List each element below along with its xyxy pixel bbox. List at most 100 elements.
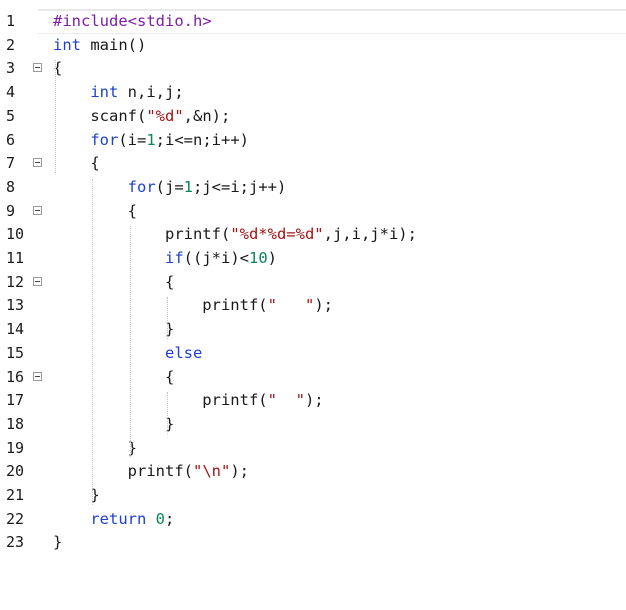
fold-collapse-icon[interactable] bbox=[33, 63, 42, 73]
code-line[interactable]: 7 { bbox=[0, 152, 626, 176]
code-text[interactable]: int n,i,j; bbox=[53, 81, 184, 105]
line-number: 16 bbox=[6, 367, 25, 386]
code-line[interactable]: 4 int n,i,j; bbox=[0, 81, 626, 105]
fold-collapse-icon[interactable] bbox=[33, 158, 42, 168]
fold-collapse-icon[interactable] bbox=[33, 205, 42, 215]
code-token: ;i<=n;i++) bbox=[155, 130, 249, 149]
code-line[interactable]: 19 } bbox=[0, 437, 626, 461]
code-token: 0 bbox=[155, 509, 166, 528]
code-line[interactable]: 6 for(i=1;i<=n;i++) bbox=[0, 129, 626, 153]
code-token: ((j*i)< bbox=[183, 249, 249, 267]
code-line[interactable]: 2 int main() bbox=[0, 34, 626, 58]
code-token: return bbox=[90, 509, 147, 528]
code-line[interactable]: 20 printf("\n"); bbox=[0, 460, 626, 484]
code-text[interactable]: scanf("%d",&n); bbox=[53, 105, 230, 129]
line-number: 20 bbox=[6, 462, 25, 481]
fold-collapse-icon[interactable] bbox=[33, 371, 42, 381]
line-number: 15 bbox=[6, 343, 25, 362]
code-line[interactable]: 16 { bbox=[0, 366, 626, 390]
code-text[interactable]: else bbox=[53, 342, 202, 366]
code-text[interactable]: return 0; bbox=[53, 508, 174, 532]
code-text[interactable]: } bbox=[53, 413, 174, 437]
code-token: n,i,j; bbox=[118, 83, 184, 102]
code-text[interactable]: int main() bbox=[53, 34, 146, 58]
code-token: 10 bbox=[248, 249, 268, 267]
indent-guide bbox=[166, 392, 168, 434]
code-token: "%d*%d=%d" bbox=[230, 225, 324, 244]
code-token: printf( bbox=[53, 391, 268, 410]
line-number: 7 bbox=[6, 154, 16, 173]
line-number: 9 bbox=[6, 201, 16, 220]
line-number: 5 bbox=[6, 106, 16, 125]
indent-guide bbox=[166, 297, 168, 339]
fold-collapse-icon[interactable] bbox=[33, 276, 42, 286]
line-number: 2 bbox=[6, 35, 16, 54]
code-text[interactable]: printf(" "); bbox=[53, 294, 333, 318]
code-line[interactable]: 23} bbox=[0, 531, 626, 555]
code-token: printf( bbox=[53, 225, 231, 244]
code-token: scanf( bbox=[53, 106, 147, 125]
code-text[interactable]: } bbox=[53, 318, 174, 342]
code-editor[interactable]: 1 #include<stdio.h> 2 int main() 3{4 int n,i… bbox=[0, 0, 626, 610]
code-token: if bbox=[164, 249, 184, 267]
code-text[interactable]: } bbox=[53, 531, 62, 555]
code-text[interactable]: { bbox=[53, 271, 174, 295]
code-token: { bbox=[53, 154, 100, 173]
code-text[interactable]: printf(" "); bbox=[53, 389, 323, 413]
line-number: 23 bbox=[6, 533, 25, 552]
code-text[interactable]: #include<stdio.h> bbox=[53, 10, 212, 34]
code-token: int bbox=[53, 35, 81, 54]
line-number: 10 bbox=[6, 225, 25, 244]
code-text[interactable]: } bbox=[53, 437, 137, 461]
line-number: 12 bbox=[6, 272, 25, 291]
code-line[interactable]: 15 else bbox=[0, 342, 626, 366]
code-token: ) bbox=[267, 249, 277, 267]
code-token: { bbox=[53, 201, 137, 220]
code-token: "%d" bbox=[146, 106, 184, 125]
line-number: 8 bbox=[6, 177, 16, 196]
code-text[interactable]: for(i=1;i<=n;i++) bbox=[53, 129, 249, 153]
code-token: " bbox=[221, 462, 231, 481]
code-line[interactable]: 21 } bbox=[0, 484, 626, 508]
code-text[interactable]: printf("\n"); bbox=[53, 460, 249, 484]
code-text[interactable]: { bbox=[53, 366, 174, 390]
code-token: \n bbox=[202, 462, 221, 481]
code-text[interactable]: for(j=1;j<=i;j++) bbox=[53, 176, 287, 200]
code-line[interactable]: 5 scanf("%d",&n); bbox=[0, 105, 626, 129]
line-number: 21 bbox=[6, 486, 25, 504]
code-line[interactable]: 12 { bbox=[0, 271, 626, 295]
code-token: #include<stdio.h> bbox=[53, 12, 212, 30]
line-number: 22 bbox=[6, 509, 25, 528]
code-line[interactable]: 14 } bbox=[0, 318, 626, 342]
code-line[interactable]: 13 printf(" "); bbox=[0, 294, 626, 318]
code-text[interactable]: if((j*i)<10) bbox=[53, 247, 277, 271]
code-line[interactable]: 1 #include<stdio.h> bbox=[0, 10, 626, 34]
code-token: (j= bbox=[155, 177, 184, 196]
code-line[interactable]: 18 } bbox=[0, 413, 626, 437]
code-line[interactable]: 8 for(j=1;j<=i;j++) bbox=[0, 176, 626, 200]
code-line[interactable]: 22 return 0; bbox=[0, 508, 626, 532]
code-line[interactable]: 11 if((j*i)<10) bbox=[0, 247, 626, 271]
code-line[interactable]: 3{ bbox=[0, 57, 626, 81]
code-token: ; bbox=[165, 509, 175, 528]
code-token: ,j,i,j*i); bbox=[323, 225, 417, 244]
code-token: ;j<=i;j++) bbox=[193, 177, 287, 196]
line-number: 1 bbox=[6, 12, 16, 30]
line-number: 14 bbox=[6, 320, 25, 339]
code-line[interactable]: 17 printf(" "); bbox=[0, 389, 626, 413]
code-line[interactable]: 10 printf("%d*%d=%d",j,i,j*i); bbox=[0, 223, 626, 247]
code-token: printf( bbox=[53, 296, 268, 315]
indent-guide bbox=[55, 60, 56, 173]
code-line[interactable]: 9 { bbox=[0, 200, 626, 224]
code-text[interactable]: { bbox=[53, 152, 100, 176]
code-text[interactable]: { bbox=[53, 200, 137, 224]
code-token: printf( bbox=[53, 462, 193, 481]
code-text[interactable]: printf("%d*%d=%d",j,i,j*i); bbox=[53, 223, 417, 247]
line-number: 6 bbox=[6, 130, 16, 149]
